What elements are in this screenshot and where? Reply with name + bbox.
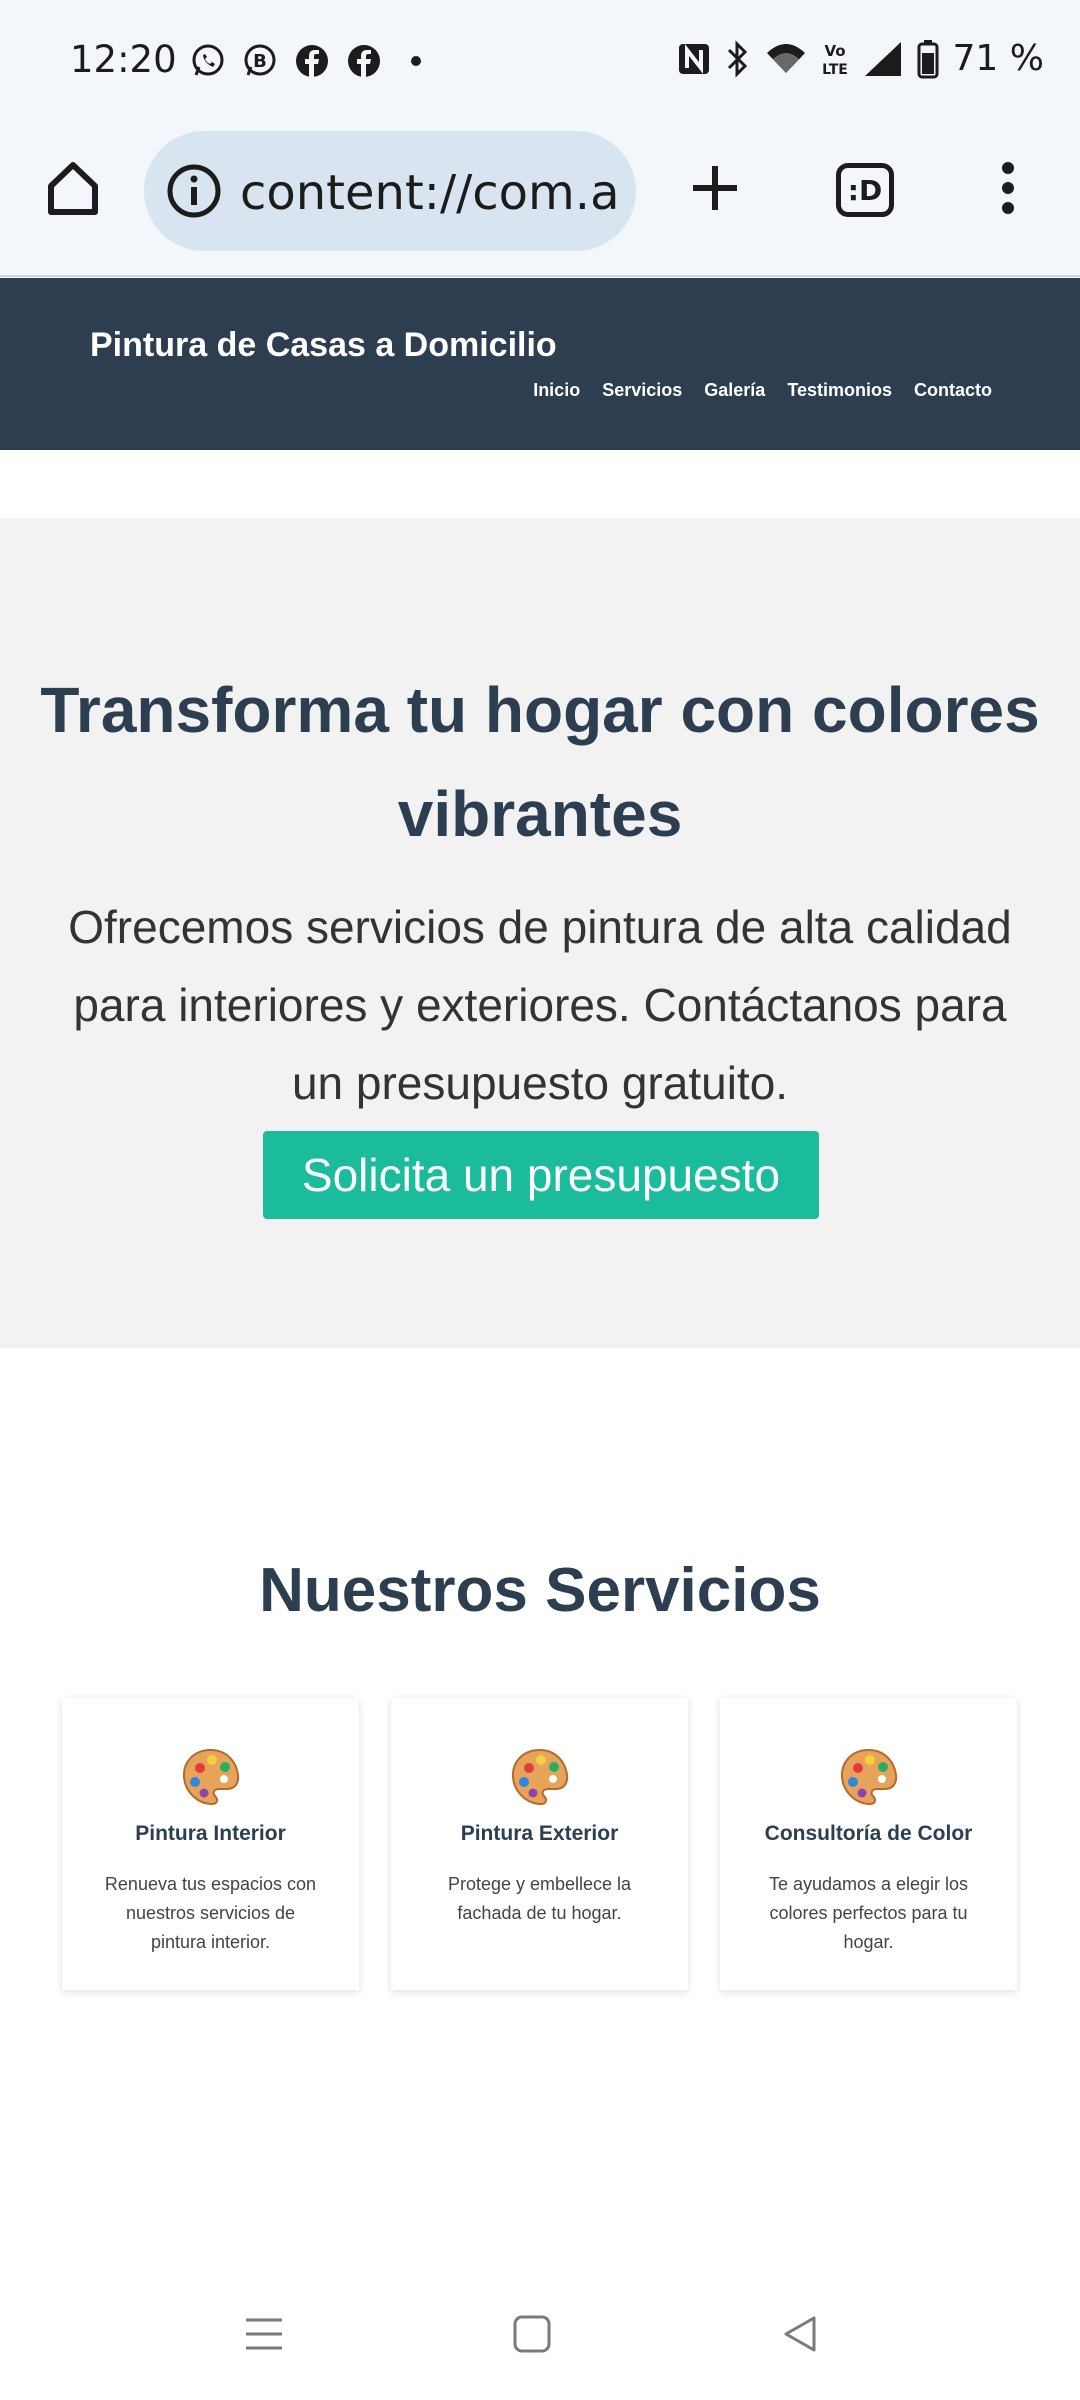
service-title: Pintura Exterior [460, 1822, 619, 1845]
tab-count: :D [836, 163, 894, 217]
palette-icon [509, 1746, 571, 1808]
nav-link-contacto[interactable]: Contacto [914, 380, 992, 401]
services-title: Nuestros Servicios [259, 1556, 821, 1625]
service-card-color: Consultoría de Color Te ayudamos a elegi… [720, 1698, 1017, 1990]
home-icon [43, 158, 103, 223]
whatsapp-icon [190, 43, 226, 79]
service-title: Consultoría de Color [764, 1822, 973, 1845]
nav-link-inicio[interactable]: Inicio [533, 380, 580, 401]
more-vert-icon [998, 158, 1018, 223]
hero-title: Transforma tu hogar con colores vibrante… [40, 674, 1040, 850]
plus-icon [687, 160, 743, 221]
site-info-icon[interactable] [166, 163, 222, 219]
services-list: Pintura Interior Renueva tus espacios co… [62, 1698, 1018, 1990]
browser-toolbar: content://com.acer :D [0, 125, 1080, 277]
hero-subtitle: Ofrecemos servicios de pintura de alta c… [68, 901, 1012, 1109]
service-description: Renueva tus espacios con nuestros servic… [104, 1874, 317, 1952]
browser-menu-button[interactable] [978, 155, 1038, 225]
service-description: Protege y embellece la fachada de tu hog… [447, 1874, 632, 1923]
tab-switcher-button[interactable]: :D [830, 155, 900, 225]
back-icon [780, 2314, 820, 2359]
quote-request-button[interactable]: Solicita un presupuesto [263, 1131, 819, 1219]
whatsapp-business-icon: B [242, 43, 278, 79]
service-title: Pintura Interior [135, 1822, 286, 1845]
notification-icons: B [190, 43, 434, 79]
nfc-icon [677, 41, 711, 77]
volte-icon: Vo LTE [821, 40, 849, 78]
svg-text:Vo: Vo [824, 42, 845, 60]
signal-icon [863, 40, 903, 78]
url-text[interactable]: content://com.acer [240, 165, 620, 221]
browser-home-button[interactable] [38, 155, 108, 225]
site-nav: Inicio Servicios Galería Testimonios Con… [533, 380, 992, 401]
service-card-interior: Pintura Interior Renueva tus espacios co… [62, 1698, 359, 1990]
back-button[interactable] [770, 2310, 830, 2362]
battery-icon [917, 39, 939, 79]
dot-icon [398, 43, 434, 79]
svg-text:B: B [253, 51, 267, 72]
recents-button[interactable] [234, 2310, 294, 2362]
facebook-icon [294, 43, 330, 79]
site-header: Pintura de Casas a Domicilio Inicio Serv… [0, 278, 1080, 450]
battery-percentage: 71 % [952, 38, 1044, 79]
facebook-icon [346, 43, 382, 79]
nav-link-testimonios[interactable]: Testimonios [787, 380, 892, 401]
nav-link-servicios[interactable]: Servicios [602, 380, 682, 401]
hero-section: Transforma tu hogar con colores vibrante… [0, 518, 1080, 1348]
status-time: 12:20 [70, 38, 177, 81]
bluetooth-icon [725, 39, 751, 78]
palette-icon [838, 1746, 900, 1808]
home-square-icon [512, 2314, 552, 2359]
nav-link-galeria[interactable]: Galería [704, 380, 765, 401]
palette-icon [180, 1746, 242, 1808]
svg-text:LTE: LTE [822, 62, 848, 78]
site-logo[interactable]: Pintura de Casas a Domicilio [90, 326, 557, 365]
system-icons: Vo LTE 71 % [677, 38, 1044, 79]
status-bar: 12:20 B Vo LTE 71 % [0, 0, 1080, 125]
system-nav-bar [0, 2270, 1080, 2400]
wifi-icon [765, 41, 807, 77]
service-description: Te ayudamos a elegir los colores perfect… [768, 1874, 969, 1952]
home-button[interactable] [502, 2310, 562, 2362]
recents-icon [244, 2314, 284, 2359]
service-card-exterior: Pintura Exterior Protege y embellece la … [391, 1698, 688, 1990]
new-tab-button[interactable] [680, 155, 750, 225]
address-bar[interactable]: content://com.acer [144, 131, 636, 251]
